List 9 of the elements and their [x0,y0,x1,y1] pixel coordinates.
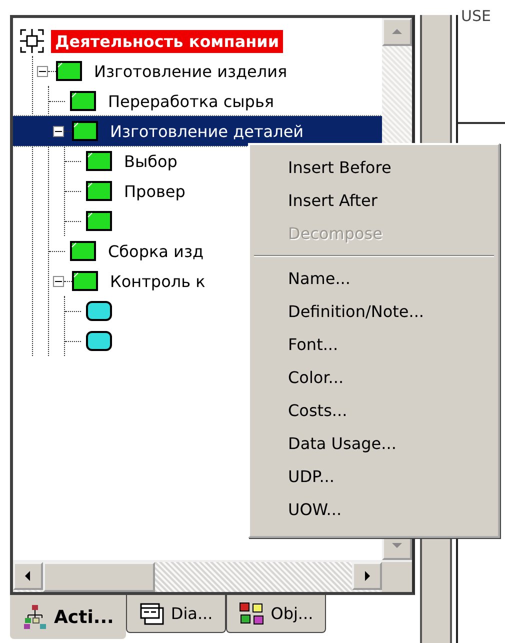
node-label: Контроль к [110,272,206,290]
node-label: Изготовление деталей [110,122,304,140]
pane-text: USE [460,7,492,27]
root-label: Деятельность компании [51,30,284,52]
node-label: Переработка сырья [108,92,274,110]
node-label: Провер [124,182,186,200]
node-label: Изготовление изделия [94,62,288,80]
node-label: Выбор [124,152,178,170]
node-label: Сборка изд [108,242,204,260]
